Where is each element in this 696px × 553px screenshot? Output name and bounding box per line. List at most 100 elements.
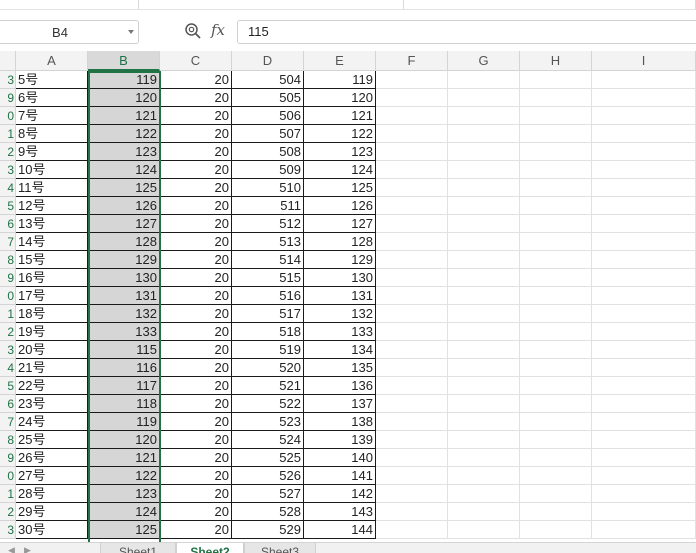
cell-f[interactable] [376,305,448,323]
row-header[interactable]: 2 [0,503,16,521]
cell-b[interactable]: 131 [88,287,160,305]
cell-g[interactable] [448,467,520,485]
cell-e[interactable]: 124 [304,161,376,179]
cell-d[interactable]: 511 [232,197,304,215]
tab-sheet1[interactable]: Sheet1 [100,543,176,553]
cell-c[interactable]: 20 [160,89,232,107]
cell-h[interactable] [520,143,592,161]
cell-a[interactable]: 27号 [16,467,88,485]
cell-b[interactable]: 119 [88,71,160,89]
cell-d[interactable]: 529 [232,521,304,539]
cell-e[interactable]: 122 [304,125,376,143]
row-header[interactable]: 8 [0,431,16,449]
cell-f[interactable] [376,431,448,449]
column-header-a[interactable]: A [16,51,88,71]
row-header[interactable]: 5 [0,197,16,215]
cell-e[interactable]: 143 [304,503,376,521]
cell-b[interactable]: 123 [88,143,160,161]
cell-g[interactable] [448,233,520,251]
row-header[interactable]: 2 [0,323,16,341]
cell-f[interactable] [376,467,448,485]
cell-b[interactable]: 132 [88,305,160,323]
cell-a[interactable]: 25号 [16,431,88,449]
cell-a[interactable]: 26号 [16,449,88,467]
cell-a[interactable]: 14号 [16,233,88,251]
formula-input[interactable]: 115 [237,20,696,44]
cell-i[interactable] [592,107,696,125]
column-header-d[interactable]: D [232,51,304,71]
cell-g[interactable] [448,89,520,107]
cell-i[interactable] [592,89,696,107]
cell-b[interactable]: 117 [88,377,160,395]
cell-b[interactable]: 124 [88,503,160,521]
cell-g[interactable] [448,107,520,125]
cell-i[interactable] [592,323,696,341]
cell-b[interactable]: 116 [88,359,160,377]
row-header[interactable]: 0 [0,467,16,485]
cell-e[interactable]: 144 [304,521,376,539]
cell-e[interactable]: 140 [304,449,376,467]
cell-f[interactable] [376,179,448,197]
cell-f[interactable] [376,413,448,431]
cell-f[interactable] [376,503,448,521]
next-sheet-icon[interactable]: ▶ [24,545,31,553]
chevron-down-icon[interactable] [128,30,134,34]
function-icon[interactable]: fx [211,21,225,39]
cell-b[interactable]: 128 [88,233,160,251]
cell-e[interactable]: 127 [304,215,376,233]
cell-c[interactable]: 20 [160,179,232,197]
cell-h[interactable] [520,467,592,485]
cell-c[interactable]: 20 [160,251,232,269]
row-header[interactable]: 0 [0,287,16,305]
cell-h[interactable] [520,233,592,251]
cell-i[interactable] [592,233,696,251]
cell-d[interactable]: 526 [232,467,304,485]
cell-d[interactable]: 522 [232,395,304,413]
cell-e[interactable]: 135 [304,359,376,377]
cell-g[interactable] [448,305,520,323]
cell-a[interactable]: 30号 [16,521,88,539]
cell-f[interactable] [376,341,448,359]
cell-e[interactable]: 128 [304,233,376,251]
cell-a[interactable]: 18号 [16,305,88,323]
row-header[interactable]: 6 [0,395,16,413]
cell-g[interactable] [448,395,520,413]
cell-h[interactable] [520,413,592,431]
cell-f[interactable] [376,287,448,305]
cell-a[interactable]: 5号 [16,71,88,89]
cell-i[interactable] [592,143,696,161]
row-header[interactable]: 7 [0,413,16,431]
cell-i[interactable] [592,485,696,503]
cell-a[interactable]: 13号 [16,215,88,233]
cell-d[interactable]: 515 [232,269,304,287]
cell-f[interactable] [376,107,448,125]
cell-e[interactable]: 138 [304,413,376,431]
cell-d[interactable]: 528 [232,503,304,521]
cell-c[interactable]: 20 [160,413,232,431]
cell-c[interactable]: 20 [160,287,232,305]
cell-a[interactable]: 10号 [16,161,88,179]
cell-a[interactable]: 23号 [16,395,88,413]
cell-i[interactable] [592,251,696,269]
cell-c[interactable]: 20 [160,467,232,485]
cell-g[interactable] [448,161,520,179]
cell-h[interactable] [520,359,592,377]
cell-a[interactable]: 6号 [16,89,88,107]
row-header[interactable]: 3 [0,341,16,359]
cell-f[interactable] [376,251,448,269]
cell-c[interactable]: 20 [160,359,232,377]
row-header[interactable]: 9 [0,449,16,467]
cell-d[interactable]: 509 [232,161,304,179]
column-header-b[interactable]: B [88,51,160,71]
cell-d[interactable]: 523 [232,413,304,431]
cell-h[interactable] [520,107,592,125]
cell-b[interactable]: 119 [88,413,160,431]
row-header[interactable]: 4 [0,179,16,197]
cell-f[interactable] [376,269,448,287]
cell-i[interactable] [592,197,696,215]
column-header-i[interactable]: I [592,51,696,71]
cell-a[interactable]: 7号 [16,107,88,125]
cell-d[interactable]: 525 [232,449,304,467]
cell-g[interactable] [448,323,520,341]
cell-c[interactable]: 20 [160,143,232,161]
